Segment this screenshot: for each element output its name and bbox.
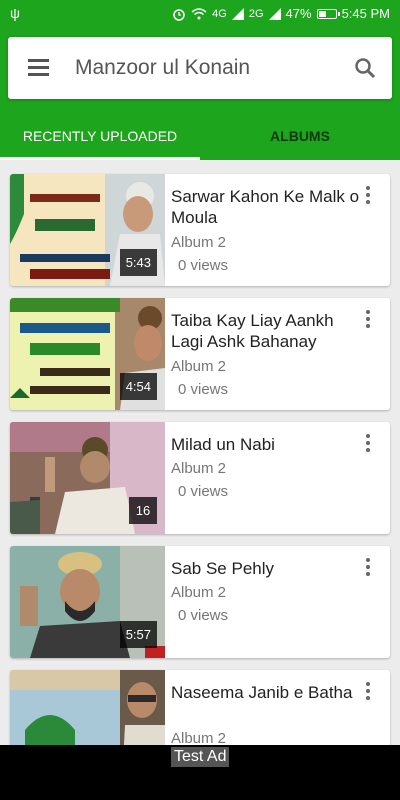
- signal-label: 2G: [248, 7, 264, 20]
- battery-icon: [316, 8, 340, 19]
- video-duration: 4:54: [119, 373, 157, 400]
- battery-percent: 47%: [285, 6, 312, 21]
- tab-albums[interactable]: ALBUMS: [200, 112, 400, 160]
- video-thumbnail[interactable]: 16: [10, 422, 165, 534]
- video-thumbnail[interactable]: 5:43: [10, 174, 165, 286]
- search-bar[interactable]: Manzoor ul Konain: [8, 37, 392, 99]
- wifi-icon: [191, 8, 207, 20]
- app-title: Manzoor ul Konain: [75, 56, 251, 79]
- more-options-icon[interactable]: [366, 682, 370, 700]
- video-card[interactable]: 5:57 Sab Se Pehly Album 2 0 views: [10, 546, 390, 658]
- video-card[interactable]: 5:43 Sarwar Kahon Ke Malk o Moula Album …: [10, 174, 390, 286]
- more-options-icon[interactable]: [366, 310, 370, 328]
- video-thumbnail[interactable]: 5:57: [10, 546, 165, 658]
- ad-banner[interactable]: Test Ad: [0, 745, 400, 800]
- video-album: Album 2: [171, 460, 227, 477]
- video-views: 0 views: [178, 607, 229, 624]
- signal-icon: [231, 7, 244, 20]
- video-card[interactable]: 4:54 Taiba Kay Liay Aankh Lagi Ashk Baha…: [10, 298, 390, 410]
- video-title[interactable]: Sab Se Pehly: [171, 558, 361, 579]
- menu-icon[interactable]: [28, 59, 50, 77]
- tab-recently-uploaded[interactable]: RECENTLY UPLOADED: [0, 112, 200, 160]
- more-options-icon[interactable]: [366, 434, 370, 452]
- video-title[interactable]: Sarwar Kahon Ke Malk o Moula: [171, 186, 361, 228]
- video-title[interactable]: Milad un Nabi: [171, 434, 361, 455]
- tab-bar: RECENTLY UPLOADED ALBUMS: [0, 112, 400, 160]
- video-views: 0 views: [178, 257, 229, 274]
- signal-label: 4G: [212, 7, 227, 20]
- search-icon[interactable]: [354, 57, 376, 79]
- active-tab-indicator: [0, 157, 200, 160]
- app-header: Manzoor ul Konain RECENTLY UPLOADED ALBU…: [0, 28, 400, 160]
- video-album: Album 2: [171, 234, 227, 251]
- video-views: 0 views: [178, 483, 229, 500]
- ad-label: Test Ad: [171, 747, 230, 767]
- clock: 5:45 PM: [341, 6, 390, 21]
- video-card[interactable]: 16 Milad un Nabi Album 2 0 views: [10, 422, 390, 534]
- video-duration: 5:57: [119, 621, 157, 648]
- video-album: Album 2: [171, 584, 227, 601]
- status-icons: 4G 2G 47% 5:45 PM: [172, 6, 390, 21]
- video-views: 0 views: [178, 381, 229, 398]
- video-title[interactable]: Naseema Janib e Batha: [171, 682, 361, 703]
- video-title[interactable]: Taiba Kay Liay Aankh Lagi Ashk Bahanay: [171, 310, 361, 352]
- video-duration: 5:43: [119, 249, 157, 276]
- more-options-icon[interactable]: [366, 558, 370, 576]
- video-album: Album 2: [171, 358, 227, 375]
- signal-icon: [268, 7, 281, 20]
- status-bar: ψ 4G 2G 47% 5:45 PM: [0, 0, 400, 28]
- usb-icon: ψ: [10, 5, 20, 21]
- video-thumbnail[interactable]: 4:54: [10, 298, 165, 410]
- video-duration: 16: [129, 497, 157, 524]
- alarm-icon: [173, 8, 185, 21]
- more-options-icon[interactable]: [366, 186, 370, 204]
